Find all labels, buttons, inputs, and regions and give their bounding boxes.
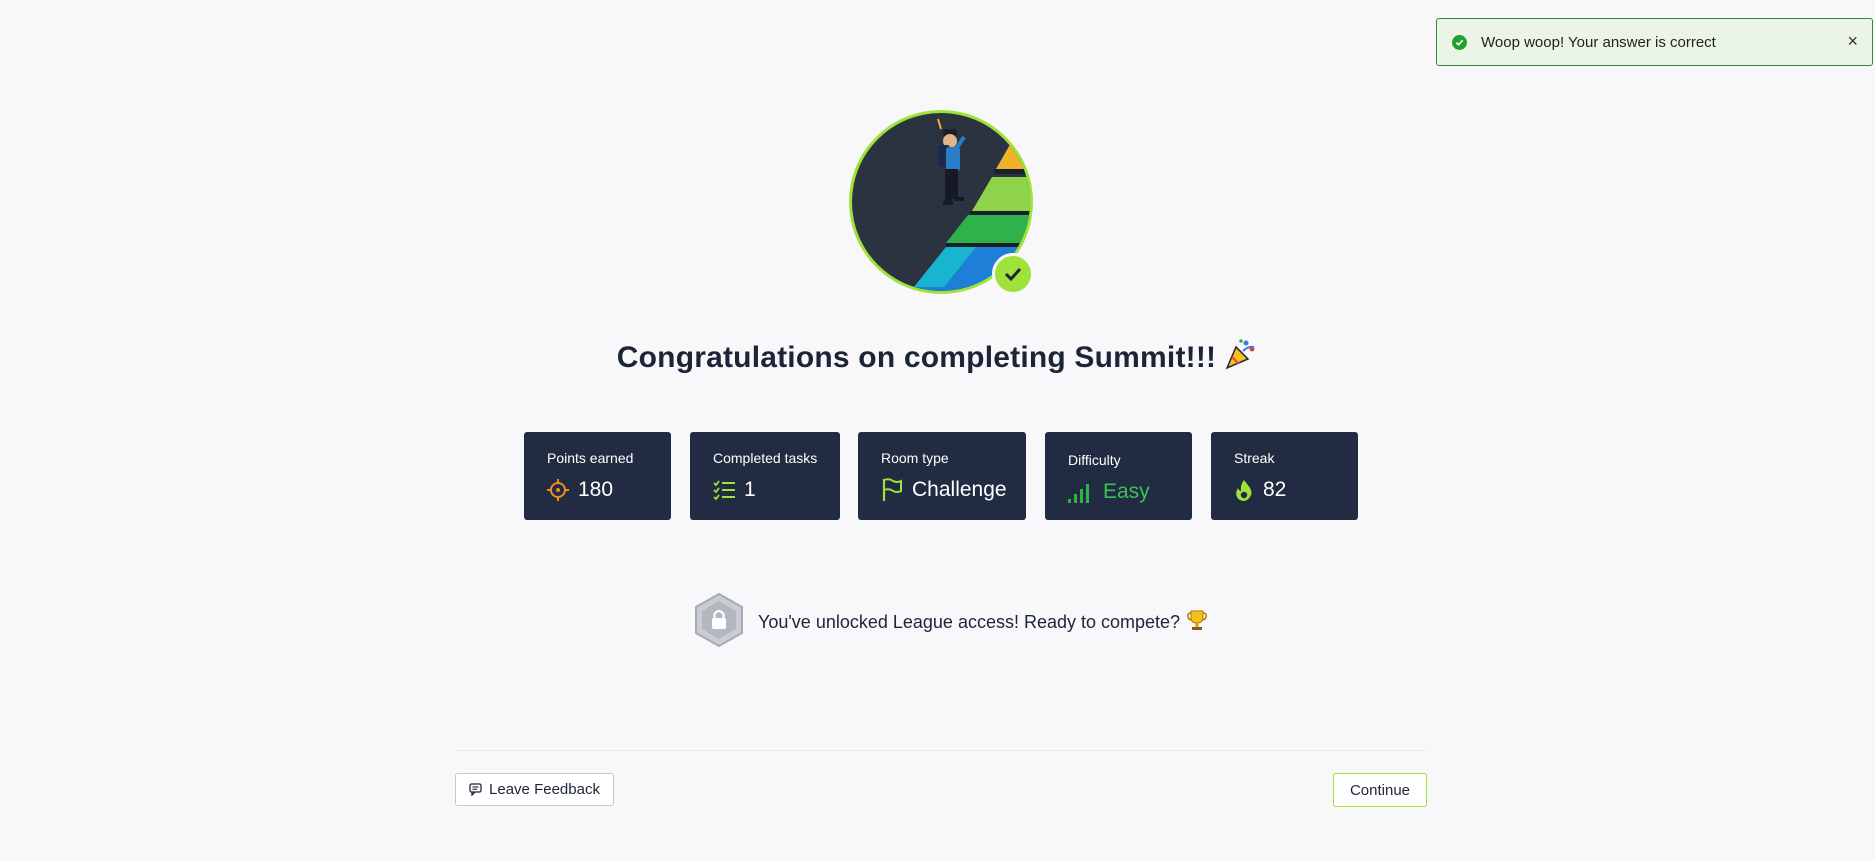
stat-card-streak: Streak 82 — [1211, 432, 1358, 520]
stat-card-points: Points earned 180 — [524, 432, 671, 520]
lock-badge-icon — [693, 592, 745, 653]
stat-value-row: Challenge — [881, 478, 1007, 502]
stat-label: Points earned — [547, 450, 634, 466]
stat-label: Completed tasks — [713, 450, 818, 466]
room-avatar — [846, 107, 1036, 297]
flag-icon — [881, 478, 903, 502]
stat-label: Difficulty — [1068, 452, 1121, 468]
continue-button[interactable]: Continue — [1333, 773, 1427, 807]
toast-message: Woop woop! Your answer is correct — [1481, 33, 1716, 51]
stat-value: 1 — [744, 478, 756, 501]
success-toast: Woop woop! Your answer is correct × — [1436, 18, 1873, 66]
signal-bars-icon — [1068, 481, 1094, 503]
close-icon[interactable]: × — [1847, 32, 1858, 50]
stat-value: Challenge — [912, 478, 1007, 501]
title-text: Congratulations on completing Summit!!! — [616, 341, 1217, 374]
stat-value: 180 — [578, 478, 614, 501]
stat-value: 82 — [1263, 478, 1287, 501]
league-text: You've unlocked League access! Ready to … — [758, 611, 1181, 632]
stat-card-tasks: Completed tasks 1 — [690, 432, 840, 520]
continue-label: Continue — [1349, 781, 1411, 799]
comment-icon — [469, 783, 482, 796]
flame-icon — [1234, 479, 1254, 501]
party-popper-icon — [1224, 337, 1258, 379]
page-title: Congratulations on completing Summit!!! — [0, 337, 1875, 379]
stat-label: Streak — [1234, 450, 1275, 466]
trophy-icon — [1186, 609, 1208, 636]
check-circle-icon — [1452, 34, 1467, 50]
checklist-icon — [713, 480, 735, 500]
completed-check-icon — [992, 253, 1034, 295]
feedback-label: Leave Feedback — [489, 781, 600, 798]
league-message: You've unlocked League access! Ready to … — [758, 609, 1208, 636]
stat-card-room-type: Room type Challenge — [858, 432, 1026, 520]
stat-value-row: Easy — [1068, 480, 1150, 504]
stat-value: Easy — [1103, 480, 1150, 503]
league-unlock-banner: You've unlocked League access! Ready to … — [693, 592, 1208, 653]
stat-label: Room type — [881, 450, 949, 466]
stat-value-row: 180 — [547, 478, 613, 502]
stat-value-row: 82 — [1234, 478, 1286, 502]
stat-card-difficulty: Difficulty Easy — [1045, 432, 1192, 520]
leave-feedback-button[interactable]: Leave Feedback — [455, 773, 614, 806]
footer-divider — [455, 750, 1426, 751]
stat-value-row: 1 — [713, 478, 756, 502]
crosshair-icon — [547, 479, 569, 501]
